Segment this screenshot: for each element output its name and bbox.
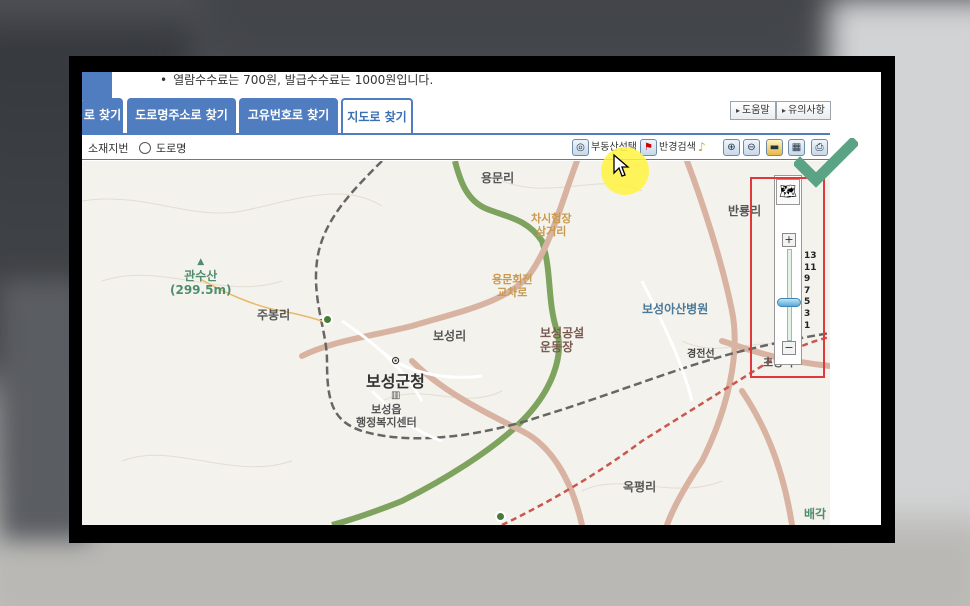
zoom-level[interactable]: 13 bbox=[804, 251, 817, 263]
real-estate-select-button[interactable]: 부동산선택 bbox=[591, 139, 637, 156]
radius-search-button[interactable]: 반경검색 bbox=[659, 139, 696, 156]
map-label-yongmun-roundabout: 용문회전 교차로 bbox=[492, 273, 533, 299]
tab-find-by-lot[interactable]: 로 찾기 bbox=[82, 98, 123, 134]
gun-office-pin-icon: ⊙ bbox=[391, 354, 401, 367]
zoom-control-box: 🗺 + − bbox=[774, 175, 802, 365]
web-page: • 열람수수료는 700원, 발급수수료는 1000원입니다. ▸ 도움말 ▸ 유의사… bbox=[82, 72, 881, 525]
radio-road-label: 도로명 bbox=[156, 142, 187, 155]
zoom-out-icon[interactable]: ⊖ bbox=[743, 139, 760, 156]
zoom-level[interactable]: 7 bbox=[804, 286, 817, 298]
zoom-level[interactable]: 11 bbox=[804, 263, 817, 275]
fee-notice: • 열람수수료는 700원, 발급수수료는 1000원입니다. bbox=[160, 73, 434, 87]
building-icon: ▥ bbox=[391, 390, 401, 401]
area-icon[interactable]: ▦ bbox=[788, 139, 805, 156]
arrow-right-icon: ▸ bbox=[782, 106, 787, 115]
zoom-level[interactable]: 3 bbox=[804, 309, 817, 321]
map-marker[interactable] bbox=[322, 314, 333, 325]
real-estate-select-icon[interactable]: ◎ bbox=[572, 139, 589, 156]
zoom-minus-button[interactable]: − bbox=[782, 341, 796, 355]
map-label-garage-junction: 차시험장 삼거리 bbox=[531, 212, 572, 238]
radio-lot-label: 소재지번 bbox=[88, 142, 129, 155]
caution-button[interactable]: ▸ 유의사항 bbox=[776, 101, 831, 120]
tab-find-by-unique-number[interactable]: 고유번호로 찾기 bbox=[239, 98, 338, 134]
map-marker[interactable] bbox=[495, 511, 506, 522]
zoom-level[interactable]: 9 bbox=[804, 274, 817, 286]
mountain-icon: ▲ bbox=[197, 257, 205, 267]
zoom-plus-button[interactable]: + bbox=[782, 233, 796, 247]
ruler-icon[interactable]: ▬ bbox=[766, 139, 783, 156]
zoom-slider-thumb[interactable] bbox=[777, 297, 801, 307]
map-label-gyeongjeon-line: 경전선 bbox=[687, 349, 715, 360]
accent-strip bbox=[82, 72, 112, 100]
arrow-right-icon: ▸ bbox=[736, 106, 741, 115]
map-label-okpyeong-ri: 옥평리 bbox=[623, 480, 657, 494]
map-label-gwansusan: ▲ 관수산 (299.5m) bbox=[170, 257, 232, 297]
zoom-level[interactable]: 1 bbox=[804, 321, 817, 333]
map-label-bangwon-ri: 반룡리 bbox=[728, 204, 762, 218]
flag-icon[interactable]: ⚑ bbox=[640, 139, 657, 156]
fee-notice-text: 열람수수료는 700원, 발급수수료는 1000원입니다. bbox=[173, 73, 434, 87]
help-button[interactable]: ▸ 도움말 bbox=[730, 101, 776, 120]
globe-icon[interactable]: 🗺 bbox=[776, 179, 800, 205]
zoom-level[interactable]: 5 bbox=[804, 297, 817, 309]
tab-find-by-map[interactable]: 지도로 찾기 bbox=[341, 98, 413, 135]
map-label-welfare-center: 보성읍 행정복지센터 bbox=[356, 403, 417, 429]
radio-road[interactable] bbox=[139, 142, 151, 154]
map-label-boseong-ri: 보성리 bbox=[433, 329, 467, 343]
zoom-in-icon[interactable]: ⊕ bbox=[723, 139, 740, 156]
map-label-boseong-gun-office: 보성군청 bbox=[366, 372, 425, 391]
map-view[interactable]: 용문리 반룡리 차시험장 삼거리 ▲ 관수산 (299.5m) 용문회전 교차로 보성아… bbox=[82, 161, 830, 525]
tab-find-by-road-address[interactable]: 도로명주소로 찾기 bbox=[127, 98, 236, 134]
pan-icon[interactable]: ♪ bbox=[698, 139, 706, 156]
map-label-boseong-hospital: 보성아산병원 bbox=[642, 302, 709, 316]
zoom-control: 🗺 + − 13 11 9 7 5 3 1 bbox=[774, 175, 820, 365]
map-label-edge: 배각 bbox=[804, 507, 827, 521]
zoom-level-list: 13 11 9 7 5 3 1 bbox=[804, 251, 817, 332]
print-icon[interactable]: ⎙ bbox=[811, 139, 828, 156]
zoom-track[interactable] bbox=[787, 249, 792, 341]
map-label-jubong-ri: 주봉리 bbox=[257, 308, 291, 322]
map-label-yongmun-ri: 용문리 bbox=[481, 171, 515, 185]
map-label-stadium: 보성공설 운동장 bbox=[540, 326, 585, 354]
map-toolbar: 소재지번 도로명 ◎ 부동산선택 ⚑ 반경검색 ♪ ⊕ ⊖ ▬ ▦ ⎙ bbox=[82, 135, 830, 160]
